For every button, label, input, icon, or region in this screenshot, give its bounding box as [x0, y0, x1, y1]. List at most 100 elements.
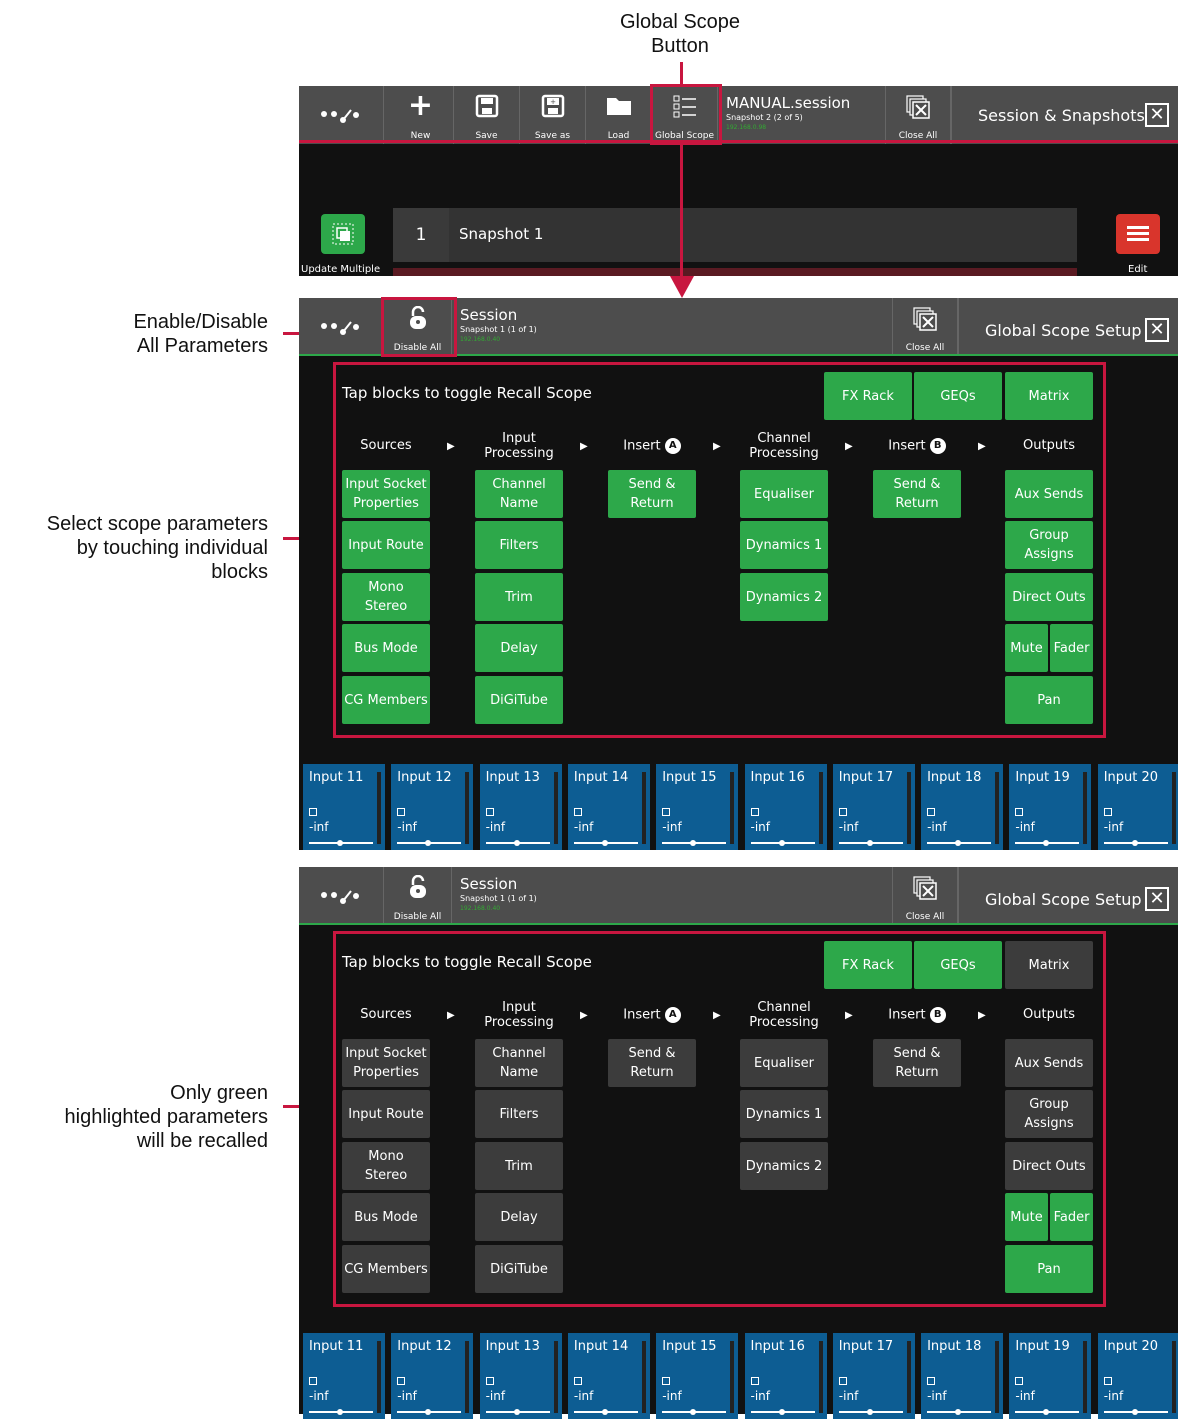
strip-fader-knob[interactable] — [778, 840, 785, 846]
strip-channel-icon — [927, 1377, 936, 1385]
channel-strip[interactable]: Input 13 -inf — [479, 1333, 562, 1419]
save-as-button[interactable]: + Save as — [520, 86, 586, 144]
arrow-line — [680, 145, 683, 277]
strip-fader-knob[interactable] — [425, 1409, 432, 1415]
strip-fader-knob[interactable] — [690, 840, 697, 846]
channel-strip[interactable]: Input 18 -inf — [921, 764, 1004, 850]
channel-strip[interactable]: Input 12 -inf — [391, 1333, 474, 1419]
strip-meter — [1083, 1341, 1088, 1413]
snapshot-row[interactable]: 1 Snapshot 1 — [393, 208, 1077, 262]
strip-channel-icon — [750, 808, 759, 816]
session-title-area: Session Snapshot 1 (1 of 1) 192.168.0.40 — [454, 867, 884, 925]
strip-fader-knob[interactable] — [1043, 840, 1050, 846]
panel-title: Session & Snapshots — [978, 106, 1145, 125]
channel-strip[interactable]: Input 11 -inf — [303, 764, 385, 850]
disable-all-button[interactable]: Disable All — [384, 867, 452, 925]
channel-strip[interactable]: Input 12 -inf — [391, 764, 474, 850]
strip-name: Input 15 — [662, 1339, 717, 1354]
channel-strip[interactable]: Input 17 -inf — [832, 764, 915, 850]
strip-channel-icon — [573, 808, 582, 816]
session-subtitle: Snapshot 1 (1 of 1) — [460, 894, 537, 903]
update-multiple-button[interactable] — [321, 214, 365, 254]
strip-fader-knob[interactable] — [778, 1409, 785, 1415]
strip-fader-knob[interactable] — [513, 1409, 520, 1415]
save-button[interactable]: Save — [454, 86, 520, 144]
strip-level: -inf — [1015, 1389, 1035, 1403]
close-all-button[interactable]: Close All — [885, 86, 951, 144]
channel-strip[interactable]: Input 16 -inf — [744, 1333, 827, 1419]
red-separator — [299, 140, 1178, 143]
edit-label: Edit — [1128, 264, 1148, 275]
logo-icon[interactable] — [299, 86, 384, 144]
channel-strip[interactable]: Input 17 -inf — [832, 1333, 915, 1419]
close-all-button[interactable]: Close All — [892, 867, 958, 925]
strip-channel-icon — [573, 1377, 582, 1385]
strip-level: -inf — [927, 820, 947, 834]
channel-strip[interactable]: Input 19 -inf — [1009, 764, 1092, 850]
strip-channel-icon — [838, 1377, 847, 1385]
close-icon[interactable]: ✕ — [1145, 103, 1169, 127]
top-bar: + New Save + Save as Load Global Scope M… — [299, 86, 1178, 144]
save-as-icon: + — [541, 94, 564, 118]
session-ip: 192.168.0.98 — [726, 124, 767, 131]
close-all-label: Close All — [905, 343, 945, 353]
callout-select-scope: Select scope parameters by touching indi… — [46, 513, 268, 583]
strip-fader-knob[interactable] — [425, 840, 432, 846]
strip-meter — [377, 772, 381, 844]
strip-name: Input 13 — [485, 770, 540, 785]
strip-level: -inf — [397, 820, 417, 834]
strip-name: Input 14 — [573, 1339, 629, 1354]
close-all-icon — [913, 307, 937, 331]
green-separator — [299, 923, 1178, 925]
panel-header: Session & Snapshots ✕ — [951, 86, 1178, 144]
strip-fader-knob[interactable] — [866, 1409, 873, 1415]
close-icon[interactable]: ✕ — [1145, 887, 1169, 911]
strip-fader-knob[interactable] — [1131, 840, 1138, 846]
channel-strip[interactable]: Input 14 -inf — [567, 764, 650, 850]
channel-strip[interactable]: Input 20 -inf — [1097, 1333, 1178, 1419]
strip-fader-knob[interactable] — [1131, 1409, 1138, 1415]
channel-strip[interactable]: Input 15 -inf — [656, 1333, 739, 1419]
close-all-button[interactable]: Close All — [892, 298, 958, 356]
strip-fader-knob[interactable] — [513, 840, 520, 846]
strip-fader-knob[interactable] — [955, 840, 962, 846]
strip-level: -inf — [573, 820, 594, 834]
update-multiple-label: Update Multiple — [301, 264, 381, 275]
strip-channel-icon — [927, 808, 936, 816]
strip-fader-knob[interactable] — [337, 840, 343, 846]
channel-strip[interactable]: Input 16 -inf — [744, 764, 827, 850]
channel-strip[interactable]: Input 14 -inf — [567, 1333, 650, 1419]
new-button[interactable]: + New — [388, 86, 454, 144]
edit-button[interactable] — [1116, 214, 1160, 254]
session-subtitle: Snapshot 2 (2 of 5) — [726, 113, 803, 122]
logo-icon[interactable] — [299, 298, 384, 356]
strip-meter — [465, 1341, 470, 1413]
logo-icon[interactable] — [299, 867, 384, 925]
snapshot-row-next[interactable] — [393, 268, 1077, 276]
channel-strip[interactable]: Input 13 -inf — [479, 764, 562, 850]
close-icon[interactable]: ✕ — [1145, 318, 1169, 342]
channel-strip[interactable]: Input 18 -inf — [921, 1333, 1004, 1419]
strip-channel-icon — [1103, 808, 1112, 816]
strip-meter — [730, 772, 735, 844]
strip-fader-knob[interactable] — [1043, 1409, 1050, 1415]
channel-strip[interactable]: Input 19 -inf — [1009, 1333, 1092, 1419]
strip-fader-knob[interactable] — [601, 840, 608, 846]
channel-strip[interactable]: Input 20 -inf — [1097, 764, 1178, 850]
strip-name: Input 18 — [927, 770, 982, 785]
strip-fader-knob[interactable] — [690, 1409, 697, 1415]
strip-level: -inf — [309, 820, 329, 834]
strip-fader-knob[interactable] — [337, 1409, 343, 1415]
strip-fader-knob[interactable] — [866, 840, 873, 846]
strip-name: Input 11 — [309, 1339, 364, 1354]
panel-header: Global Scope Setup ✕ — [958, 867, 1178, 925]
strip-level: -inf — [662, 1389, 682, 1403]
load-button[interactable]: Load — [586, 86, 652, 144]
strip-level: -inf — [573, 1389, 594, 1403]
channel-strip[interactable]: Input 11 -inf — [303, 1333, 385, 1419]
strip-fader-knob[interactable] — [955, 1409, 962, 1415]
strip-channel-icon — [662, 1377, 671, 1385]
strip-fader-knob[interactable] — [601, 1409, 608, 1415]
snapshot-name: Snapshot 1 — [459, 225, 544, 243]
channel-strip[interactable]: Input 15 -inf — [656, 764, 739, 850]
